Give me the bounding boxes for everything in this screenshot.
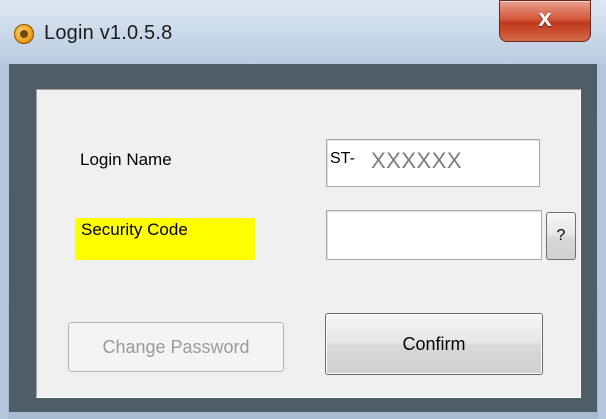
login-window: Login v1.0.5.8 x Login Name ST- XXXXXX S… <box>0 0 606 419</box>
login-name-field[interactable]: ST- XXXXXX <box>326 139 540 187</box>
window-frame-left <box>0 64 8 419</box>
login-name-value: XXXXXX <box>371 148 463 173</box>
app-icon <box>14 24 34 44</box>
confirm-button[interactable]: Confirm <box>325 313 543 375</box>
help-button[interactable]: ? <box>546 212 576 260</box>
close-button[interactable]: x <box>499 0 591 42</box>
window-frame-right <box>598 64 606 419</box>
close-icon: x <box>538 5 552 32</box>
window-title: Login v1.0.5.8 <box>44 22 173 44</box>
security-code-label: Security Code <box>75 218 255 260</box>
login-name-label: Login Name <box>80 150 172 169</box>
login-name-prefix: ST- <box>330 150 355 167</box>
change-password-button[interactable]: Change Password <box>68 322 284 372</box>
title-bar[interactable]: Login v1.0.5.8 x <box>0 0 606 64</box>
security-code-field[interactable] <box>326 210 542 260</box>
